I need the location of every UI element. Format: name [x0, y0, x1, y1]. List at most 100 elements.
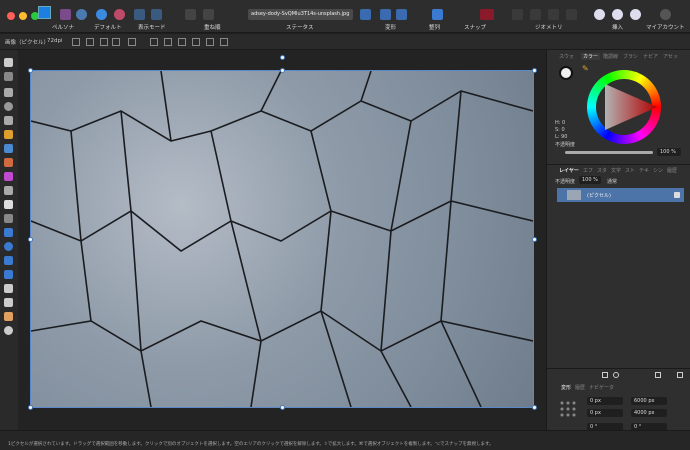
document-name-field[interactable]: adsey-dody-SvQMIu3T14s-unsplash.jpg	[248, 9, 353, 20]
resize-handle[interactable]	[280, 405, 285, 410]
tab-stroke[interactable]: 階調線	[603, 53, 618, 60]
saturation-triangle[interactable]	[587, 70, 661, 144]
tab-navigator[interactable]: ナビア	[643, 53, 658, 60]
height-field[interactable]: 4000 px	[631, 409, 667, 417]
distribute-icon[interactable]	[100, 38, 108, 46]
flip-vertical-icon[interactable]	[380, 9, 391, 20]
opacity-field[interactable]: 100 %	[657, 148, 681, 156]
minimize-button[interactable]	[19, 12, 27, 20]
delete-layer-icon[interactable]	[677, 372, 683, 378]
designer-persona-icon[interactable]	[38, 6, 51, 19]
mask-icon[interactable]	[602, 372, 608, 378]
vector-brush-icon[interactable]	[4, 144, 13, 153]
star-tool-icon[interactable]	[4, 270, 13, 279]
tab-character[interactable]: 文字	[611, 167, 621, 174]
tab-layers[interactable]: レイヤー	[559, 167, 579, 174]
rotate-handle[interactable]	[280, 55, 285, 60]
default2-icon[interactable]	[114, 9, 125, 20]
crop-tool-icon[interactable]	[4, 214, 13, 223]
x-field[interactable]: 0 px	[587, 397, 623, 405]
account-icon[interactable]	[660, 9, 671, 20]
scale-icon[interactable]	[86, 38, 94, 46]
pen-tool-icon[interactable]	[4, 116, 13, 125]
tab-styles[interactable]: スタ	[597, 167, 607, 174]
opacity-slider[interactable]	[565, 151, 653, 154]
geometry-add-icon[interactable]	[512, 9, 523, 20]
anchor-point-selector[interactable]	[559, 400, 577, 418]
tab-color[interactable]: カラー	[581, 53, 601, 60]
align-center-icon[interactable]	[164, 38, 172, 46]
add-layer-icon[interactable]	[655, 372, 661, 378]
point-transform-icon[interactable]	[4, 88, 13, 97]
blend-mode-select[interactable]: 通常	[607, 178, 617, 185]
ellipse-tool-icon[interactable]	[4, 242, 13, 251]
tab-navigator2[interactable]: ナビゲータ	[589, 384, 614, 391]
zoom-tool-icon[interactable]	[4, 326, 13, 335]
align-middle-icon[interactable]	[206, 38, 214, 46]
resize-handle[interactable]	[532, 68, 537, 73]
corner-tool-icon[interactable]	[4, 102, 13, 111]
layer-opacity-field[interactable]: 100 %	[579, 176, 601, 184]
resize-handle[interactable]	[532, 237, 537, 242]
node-tool-icon[interactable]	[4, 72, 13, 81]
view-mode2-icon[interactable]	[151, 9, 162, 20]
tab-effects[interactable]: エフ	[583, 167, 593, 174]
close-button[interactable]	[7, 12, 15, 20]
tab-history[interactable]: 履歴	[667, 167, 677, 174]
visibility-checkbox[interactable]	[674, 192, 680, 198]
insert-inside-icon[interactable]	[630, 9, 641, 20]
tab-assets[interactable]: アセッ	[663, 53, 678, 60]
text-tool-icon[interactable]	[4, 284, 13, 293]
place-image-icon[interactable]	[4, 200, 13, 209]
align-right-icon[interactable]	[178, 38, 186, 46]
align-bottom-icon[interactable]	[220, 38, 228, 46]
tab-history2[interactable]: 履歴	[575, 384, 585, 391]
view-mode-icon[interactable]	[134, 9, 145, 20]
order-back-icon[interactable]	[185, 9, 196, 20]
dpi-value[interactable]: 72dpi	[47, 38, 63, 44]
tab-symbols[interactable]: シン	[653, 167, 663, 174]
geometry-xor-icon[interactable]	[566, 9, 577, 20]
resize-handle[interactable]	[280, 68, 285, 73]
insert-top-icon[interactable]	[612, 9, 623, 20]
cracked-earth-image[interactable]	[30, 70, 534, 408]
geometry-subtract-icon[interactable]	[530, 9, 541, 20]
default-icon[interactable]	[96, 9, 107, 20]
frame-text-icon[interactable]	[4, 298, 13, 307]
fill-tool-icon[interactable]	[4, 158, 13, 167]
move-tool-icon[interactable]	[4, 58, 13, 67]
hand-tool-icon[interactable]	[4, 312, 13, 321]
tab-swatches[interactable]: スウォ	[559, 53, 574, 60]
pencil-tool-icon[interactable]	[4, 130, 13, 139]
resize-handle[interactable]	[28, 405, 33, 410]
width-field[interactable]: 6000 px	[631, 397, 667, 405]
tab-transform[interactable]: 変形	[561, 384, 571, 391]
rounded-rect-tool-icon[interactable]	[4, 256, 13, 265]
flip-horizontal-icon[interactable]	[360, 9, 371, 20]
resize-handle[interactable]	[28, 68, 33, 73]
y-field[interactable]: 0 px	[587, 409, 623, 417]
transform-origin-icon[interactable]	[72, 38, 80, 46]
insert-behind-icon[interactable]	[594, 9, 605, 20]
rectangle-tool-icon[interactable]	[4, 228, 13, 237]
resize-icon[interactable]	[112, 38, 120, 46]
rotate-icon[interactable]	[396, 9, 407, 20]
align-left-icon[interactable]	[150, 38, 158, 46]
tab-stock[interactable]: スト	[625, 167, 635, 174]
transparency-tool-icon[interactable]	[4, 186, 13, 195]
fill-swatch[interactable]	[559, 66, 573, 80]
gradient-tool-icon[interactable]	[4, 172, 13, 181]
resize-handle[interactable]	[532, 405, 537, 410]
tab-text[interactable]: テキ	[639, 167, 649, 174]
pixel-persona-icon[interactable]	[60, 9, 71, 20]
crop-icon[interactable]	[128, 38, 136, 46]
resize-handle[interactable]	[28, 237, 33, 242]
tab-brushes[interactable]: ブラシ	[623, 53, 638, 60]
snap-magnet-icon[interactable]	[480, 9, 494, 20]
geometry-intersect-icon[interactable]	[548, 9, 559, 20]
layer-row[interactable]: (ピクセル)	[557, 188, 684, 202]
hue-wheel[interactable]	[587, 70, 661, 144]
export-persona-icon[interactable]	[76, 9, 87, 20]
order-forward-icon[interactable]	[203, 9, 214, 20]
align-top-icon[interactable]	[192, 38, 200, 46]
